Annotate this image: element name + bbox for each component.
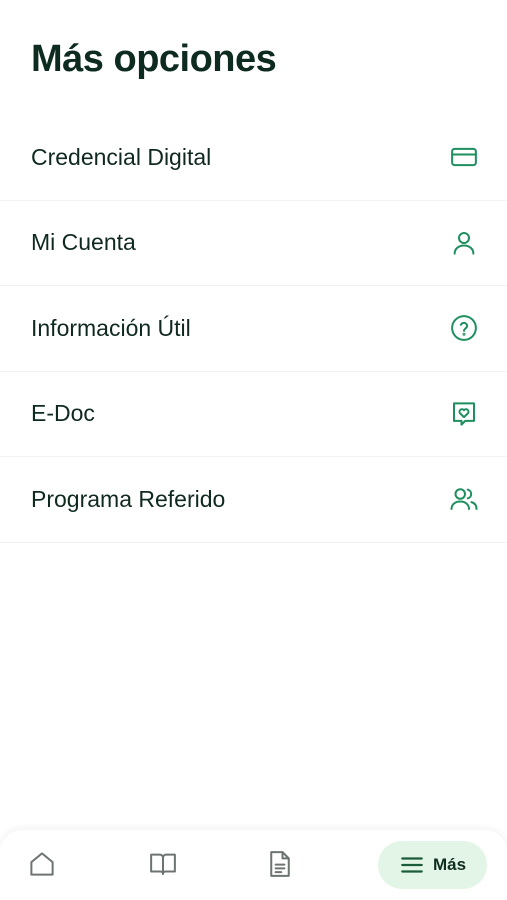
nav-book-button[interactable] (143, 844, 183, 884)
page-title: Más opciones (31, 38, 277, 80)
screen: Más opciones Credencial Digital Mi Cuent… (0, 0, 507, 900)
heart-chat-icon (449, 399, 479, 429)
nav-more-button[interactable]: Más (378, 841, 487, 889)
nav-home-button[interactable] (22, 844, 62, 884)
menu-item-label: E-Doc (31, 400, 95, 427)
options-menu: Credencial Digital Mi Cuenta Información… (0, 115, 507, 543)
credit-card-icon (449, 142, 479, 172)
menu-item-programa-referido[interactable]: Programa Referido (0, 457, 507, 543)
menu-item-mi-cuenta[interactable]: Mi Cuenta (0, 201, 507, 286)
menu-icon (401, 857, 423, 873)
menu-item-label: Credencial Digital (31, 143, 212, 170)
nav-document-button[interactable] (260, 844, 300, 884)
menu-item-credencial-digital[interactable]: Credencial Digital (0, 115, 507, 201)
nav-more-label: Más (432, 855, 467, 874)
document-icon (270, 851, 290, 877)
menu-item-label: Mi Cuenta (31, 229, 136, 256)
user-icon (449, 228, 479, 258)
menu-item-label: Programa Referido (31, 485, 226, 512)
book-icon (150, 853, 176, 875)
users-icon (449, 484, 479, 514)
bottom-navigation: Más (0, 830, 507, 900)
home-icon (30, 852, 54, 876)
help-circle-icon (449, 313, 479, 343)
menu-item-informacion-util[interactable]: Información Útil (0, 286, 507, 372)
menu-item-label: Información Útil (31, 314, 191, 341)
menu-item-e-doc[interactable]: E-Doc (0, 372, 507, 457)
